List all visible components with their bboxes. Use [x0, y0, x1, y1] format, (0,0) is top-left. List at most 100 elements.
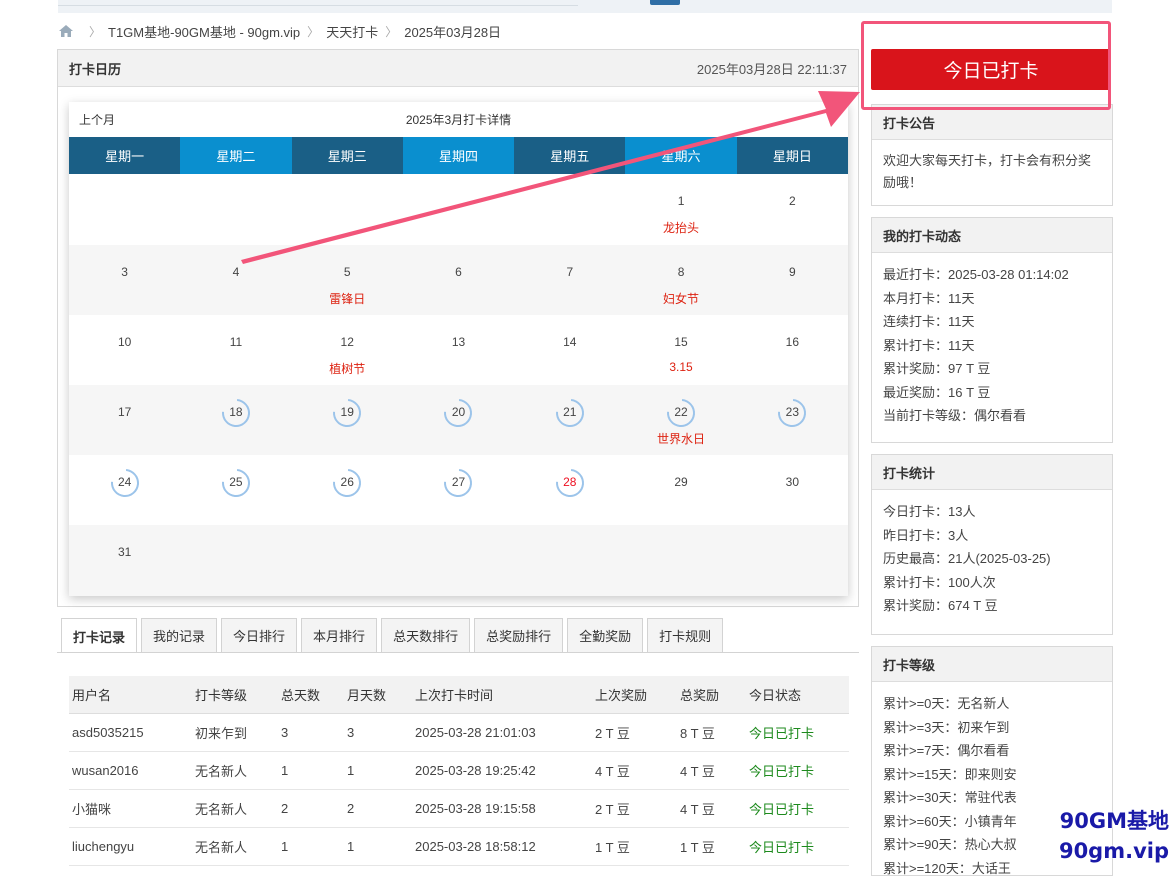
- calendar-day[interactable]: 17: [69, 385, 181, 455]
- stats-line: 昨日打卡：3人: [883, 527, 969, 543]
- cell-status: 今日已打卡: [746, 751, 849, 790]
- calendar-day[interactable]: 5 雷锋日: [291, 245, 403, 315]
- weekday-thu: 星期四: [402, 137, 515, 174]
- column-header: 上次打卡时间: [412, 676, 592, 714]
- cell-total-days: 2: [278, 789, 344, 828]
- day-number: 3: [121, 265, 128, 279]
- column-header: 月天数: [344, 676, 412, 714]
- calendar-empty-cell: [625, 525, 737, 596]
- calendar-day[interactable]: 8 妇女节: [625, 245, 737, 315]
- calendar-day[interactable]: 15 3.15: [625, 315, 736, 385]
- calendar-day[interactable]: 3: [69, 245, 181, 315]
- calendar-day[interactable]: 29: [625, 455, 736, 525]
- calendar-day[interactable]: 23: [736, 385, 848, 455]
- username-link[interactable]: liuchengyu: [69, 827, 192, 866]
- festival-label: 世界水日: [657, 432, 706, 446]
- username-link[interactable]: wusan2016: [69, 751, 192, 790]
- calendar-day[interactable]: 2: [737, 174, 848, 245]
- weekday-fri: 星期五: [514, 137, 626, 174]
- tab-divider: [57, 652, 859, 653]
- day-number: 28: [563, 475, 577, 489]
- cell-status: 今日已打卡: [746, 827, 849, 866]
- tab-total-days-rank[interactable]: 总天数排行: [381, 618, 471, 652]
- username-link[interactable]: asd5035215: [69, 713, 192, 752]
- calendar-empty-cell: [180, 525, 292, 596]
- checkin-button[interactable]: 今日已打卡: [871, 49, 1111, 90]
- cell-status: 今日已打卡: [746, 713, 849, 752]
- level-line: 累计>=0天：无名新人: [883, 696, 1010, 711]
- calendar-day[interactable]: 16: [737, 315, 848, 385]
- cell-level: 无名新人: [192, 827, 278, 866]
- calendar-day[interactable]: 31: [69, 525, 181, 596]
- column-header: 上次奖励: [592, 676, 677, 714]
- calendar-grid: 1 龙抬头 2 3 4 5 雷锋日 6 7 8 妇女节 9 10 11 12 植树节 13 14 15 3.15 16 1…: [69, 174, 848, 596]
- calendar: 2025年3月打卡详情 上个月 星期一 星期二 星期三 星期四 星期五 星期六 …: [69, 102, 848, 596]
- calendar-day[interactable]: 7: [514, 245, 626, 315]
- status-line: 连续打卡：11天: [883, 314, 975, 329]
- calendar-nav: 2025年3月打卡详情 上个月: [69, 102, 848, 137]
- calendar-day[interactable]: 4: [180, 245, 292, 315]
- search-input[interactable]: [58, 0, 578, 6]
- calendar-day[interactable]: 19: [291, 385, 403, 455]
- stats-line: 今日打卡：13人: [883, 504, 976, 519]
- tab-full-attendance[interactable]: 全勤奖励: [567, 618, 644, 652]
- calendar-day[interactable]: 21: [514, 385, 626, 455]
- calendar-day[interactable]: 30: [737, 455, 848, 525]
- cell-total-days: 1: [278, 827, 344, 866]
- tab-month-rank[interactable]: 本月排行: [301, 618, 378, 652]
- cell-level: 无名新人: [192, 789, 278, 828]
- cell-last-reward: 1 T 豆: [592, 827, 677, 866]
- cell-total-reward: 4 T 豆: [677, 751, 746, 790]
- search-button[interactable]: [650, 0, 680, 5]
- calendar-empty-cell: [180, 174, 291, 245]
- tab-my-records[interactable]: 我的记录: [141, 618, 218, 652]
- prev-month-link[interactable]: 上个月: [79, 111, 115, 128]
- festival-label: 雷锋日: [329, 292, 366, 306]
- tab-total-reward-rank[interactable]: 总奖励排行: [474, 618, 564, 652]
- status-line: 累计打卡：11天: [883, 337, 975, 353]
- cell-month-days: 1: [344, 751, 412, 790]
- weekday-wed: 星期三: [291, 137, 403, 174]
- username-link[interactable]: 小猫咪: [69, 789, 192, 828]
- chevron-right-icon: 〉: [89, 24, 102, 39]
- day-number: 4: [232, 265, 240, 279]
- tab-today-rank[interactable]: 今日排行: [221, 618, 298, 652]
- calendar-day[interactable]: 25: [180, 455, 291, 525]
- calendar-day[interactable]: 24: [69, 455, 180, 525]
- calendar-day[interactable]: 18: [180, 385, 292, 455]
- calendar-day[interactable]: 13: [403, 315, 514, 385]
- breadcrumb-site[interactable]: T1GM基地-90GM基地 - 90gm.vip: [108, 22, 300, 41]
- watermark-line: 90gm.vip: [1058, 839, 1169, 863]
- calendar-day[interactable]: 14: [514, 315, 625, 385]
- levels-title: 打卡等级: [872, 647, 1112, 682]
- home-icon[interactable]: [58, 24, 74, 38]
- calendar-empty-cell: [69, 174, 180, 245]
- calendar-day[interactable]: 20: [402, 385, 515, 455]
- tab-checkin-records[interactable]: 打卡记录: [61, 618, 138, 653]
- level-line: 累计>=3天：初来乍到: [883, 719, 1010, 735]
- cell-total-reward: 8 T 豆: [677, 713, 746, 752]
- column-header: 打卡等级: [192, 676, 278, 714]
- calendar-day[interactable]: 26: [292, 455, 403, 525]
- day-number: 9: [789, 265, 796, 279]
- top-search-bar: [58, 0, 1112, 13]
- calendar-day[interactable]: 11: [180, 315, 291, 385]
- calendar-day[interactable]: 6: [402, 245, 515, 315]
- calendar-day[interactable]: 1 龙抬头: [625, 174, 736, 245]
- day-number: 7: [566, 265, 574, 279]
- calendar-title: 2025年3月打卡详情: [405, 113, 512, 127]
- calendar-day[interactable]: 28: [514, 455, 625, 525]
- calendar-day[interactable]: 12 植树节: [292, 315, 403, 385]
- day-number: 11: [229, 335, 243, 349]
- calendar-day[interactable]: 9: [736, 245, 848, 315]
- cell-total-days: 1: [278, 751, 344, 790]
- day-number: 26: [340, 475, 354, 489]
- tab-rules[interactable]: 打卡规则: [647, 618, 724, 652]
- breadcrumb-checkin[interactable]: 天天打卡: [326, 22, 378, 41]
- day-number: 16: [785, 335, 800, 349]
- calendar-day[interactable]: 22 世界水日: [625, 385, 737, 455]
- calendar-empty-cell: [403, 174, 514, 245]
- calendar-day[interactable]: 10: [69, 315, 180, 385]
- calendar-day[interactable]: 27: [403, 455, 514, 525]
- calendar-panel: 打卡日历 2025年03月28日 22:11:37 2025年3月打卡详情 上个…: [57, 49, 859, 607]
